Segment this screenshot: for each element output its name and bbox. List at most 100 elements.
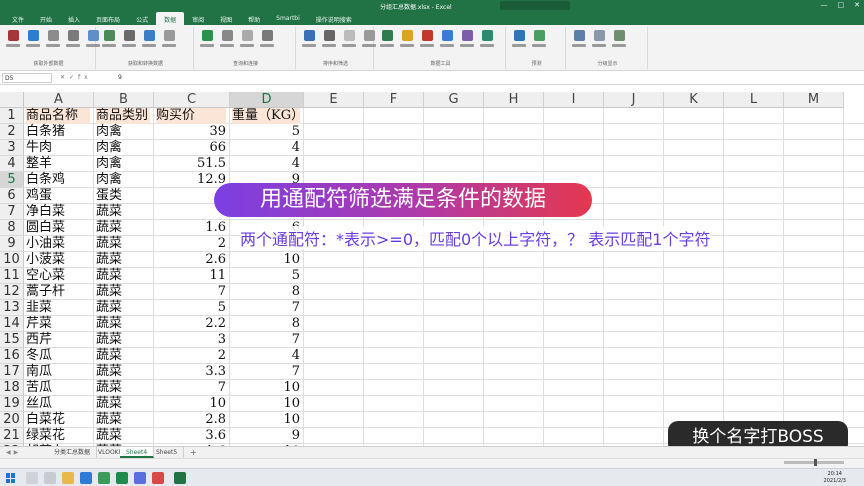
table-cell[interactable]: 白条鸡 <box>26 172 90 188</box>
table-header-cell[interactable]: 重量（KG） <box>232 108 304 124</box>
table-cell[interactable]: 鸡蛋 <box>26 188 90 204</box>
table-cell[interactable]: 10 <box>232 412 300 428</box>
tab-tell-me[interactable]: 操作说明搜索 <box>308 12 360 25</box>
from-other-button[interactable] <box>66 30 80 50</box>
table-cell[interactable]: 白菜花 <box>26 412 90 428</box>
app-icon[interactable] <box>134 472 146 484</box>
table-cell[interactable]: 苦瓜 <box>26 380 90 396</box>
table-cell[interactable]: 8 <box>232 284 300 300</box>
table-cell[interactable]: 整羊 <box>26 156 90 172</box>
table-cell[interactable]: 4 <box>232 140 300 156</box>
table-header-cell[interactable]: 商品类别 <box>96 108 150 124</box>
tab-review[interactable]: 审阅 <box>184 12 212 25</box>
data-validation-button[interactable] <box>440 30 454 50</box>
table-cell[interactable]: 肉禽 <box>96 140 150 156</box>
table-cell[interactable]: 7 <box>232 300 300 316</box>
advanced-filter-button[interactable] <box>362 30 376 50</box>
properties-button[interactable] <box>240 30 254 50</box>
from-text-button[interactable] <box>46 30 60 50</box>
table-cell[interactable]: 净白菜 <box>26 204 90 220</box>
table-cell[interactable]: 1.6 <box>156 220 226 236</box>
zoom-slider[interactable] <box>784 459 844 466</box>
table-cell[interactable]: 韭菜 <box>26 300 90 316</box>
row-header-20[interactable]: 20 <box>0 412 24 428</box>
table-cell[interactable]: 蔬菜 <box>96 332 150 348</box>
table-cell[interactable]: 51.5 <box>156 156 226 172</box>
sheet-nav-arrows[interactable]: ◀▶ <box>6 449 21 456</box>
column-header-d[interactable]: D <box>230 92 304 108</box>
tab-formulas[interactable]: 公式 <box>128 12 156 25</box>
table-cell[interactable]: 10 <box>232 396 300 412</box>
table-cell[interactable]: 西芹 <box>26 332 90 348</box>
tab-page-layout[interactable]: 页面布局 <box>88 12 128 25</box>
table-header-cell[interactable]: 商品名称 <box>26 108 90 124</box>
row-header-11[interactable]: 11 <box>0 268 24 284</box>
table-cell[interactable]: 5 <box>232 124 300 140</box>
windows-start-icon[interactable] <box>6 473 16 483</box>
row-header-8[interactable]: 8 <box>0 220 24 236</box>
data-model-button[interactable] <box>480 30 494 50</box>
column-header-g[interactable]: G <box>424 92 484 108</box>
row-header-15[interactable]: 15 <box>0 332 24 348</box>
table-header-cell[interactable]: 购买价 <box>156 108 226 124</box>
column-header-i[interactable]: I <box>544 92 604 108</box>
excel-taskbar-icon[interactable] <box>174 472 186 484</box>
table-cell[interactable]: 蔬菜 <box>96 396 150 412</box>
table-cell[interactable]: 小菠菜 <box>26 252 90 268</box>
row-header-21[interactable]: 21 <box>0 428 24 444</box>
row-header-14[interactable]: 14 <box>0 316 24 332</box>
system-clock[interactable]: 20:14 2021/2/3 <box>824 471 846 485</box>
name-box[interactable]: D5 <box>2 73 52 83</box>
table-cell[interactable]: 11 <box>156 268 226 284</box>
sheet-tab-sheet5[interactable]: Sheet5 <box>150 447 185 458</box>
add-sheet-icon[interactable]: + <box>190 448 197 457</box>
table-cell[interactable]: 7 <box>156 284 226 300</box>
column-header-j[interactable]: J <box>604 92 664 108</box>
ungroup-button[interactable] <box>592 30 606 50</box>
column-header-e[interactable]: E <box>304 92 364 108</box>
column-header-l[interactable]: L <box>724 92 784 108</box>
table-cell[interactable]: 蔬菜 <box>96 252 150 268</box>
table-cell[interactable]: 蔬菜 <box>96 204 150 220</box>
table-cell[interactable]: 冬瓜 <box>26 348 90 364</box>
row-header-10[interactable]: 10 <box>0 252 24 268</box>
table-cell[interactable]: 牛肉 <box>26 140 90 156</box>
table-cell[interactable]: 8 <box>232 316 300 332</box>
edge-icon[interactable] <box>80 472 92 484</box>
filter-button[interactable] <box>322 30 336 50</box>
select-all-corner[interactable] <box>0 92 24 108</box>
tab-smartbi[interactable]: Smartbi <box>268 12 308 25</box>
subtotal-button[interactable] <box>612 30 626 50</box>
consolidate-button[interactable] <box>460 30 474 50</box>
zoom-knob[interactable] <box>814 459 817 466</box>
table-cell[interactable]: 南瓜 <box>26 364 90 380</box>
row-header-9[interactable]: 9 <box>0 236 24 252</box>
table-cell[interactable]: 66 <box>156 140 226 156</box>
row-header-7[interactable]: 7 <box>0 204 24 220</box>
row-header-6[interactable]: 6 <box>0 188 24 204</box>
table-cell[interactable]: 蔬菜 <box>96 428 150 444</box>
table-cell[interactable]: 5 <box>156 300 226 316</box>
table-cell[interactable]: 蔬菜 <box>96 300 150 316</box>
table-cell[interactable]: 肉禽 <box>96 156 150 172</box>
column-header-b[interactable]: B <box>94 92 154 108</box>
refresh-all-button[interactable] <box>200 30 214 50</box>
maximize-button[interactable]: □ <box>838 1 845 9</box>
row-header-5[interactable]: 5 <box>0 172 24 188</box>
formula-input[interactable]: 9 <box>118 74 122 81</box>
table-cell[interactable]: 蔬菜 <box>96 316 150 332</box>
row-header-13[interactable]: 13 <box>0 300 24 316</box>
tab-home[interactable]: 开始 <box>32 12 60 25</box>
sort-button[interactable] <box>302 30 316 50</box>
row-header-16[interactable]: 16 <box>0 348 24 364</box>
table-cell[interactable]: 2.8 <box>156 412 226 428</box>
table-cell[interactable]: 蔬菜 <box>96 380 150 396</box>
column-header-f[interactable]: F <box>364 92 424 108</box>
from-table-button[interactable] <box>142 30 156 50</box>
new-query-button[interactable] <box>102 30 116 50</box>
table-cell[interactable]: 12.9 <box>156 172 226 188</box>
table-cell[interactable]: 2.2 <box>156 316 226 332</box>
table-cell[interactable]: 9 <box>232 428 300 444</box>
minimize-button[interactable]: — <box>821 1 828 9</box>
row-header-12[interactable]: 12 <box>0 284 24 300</box>
